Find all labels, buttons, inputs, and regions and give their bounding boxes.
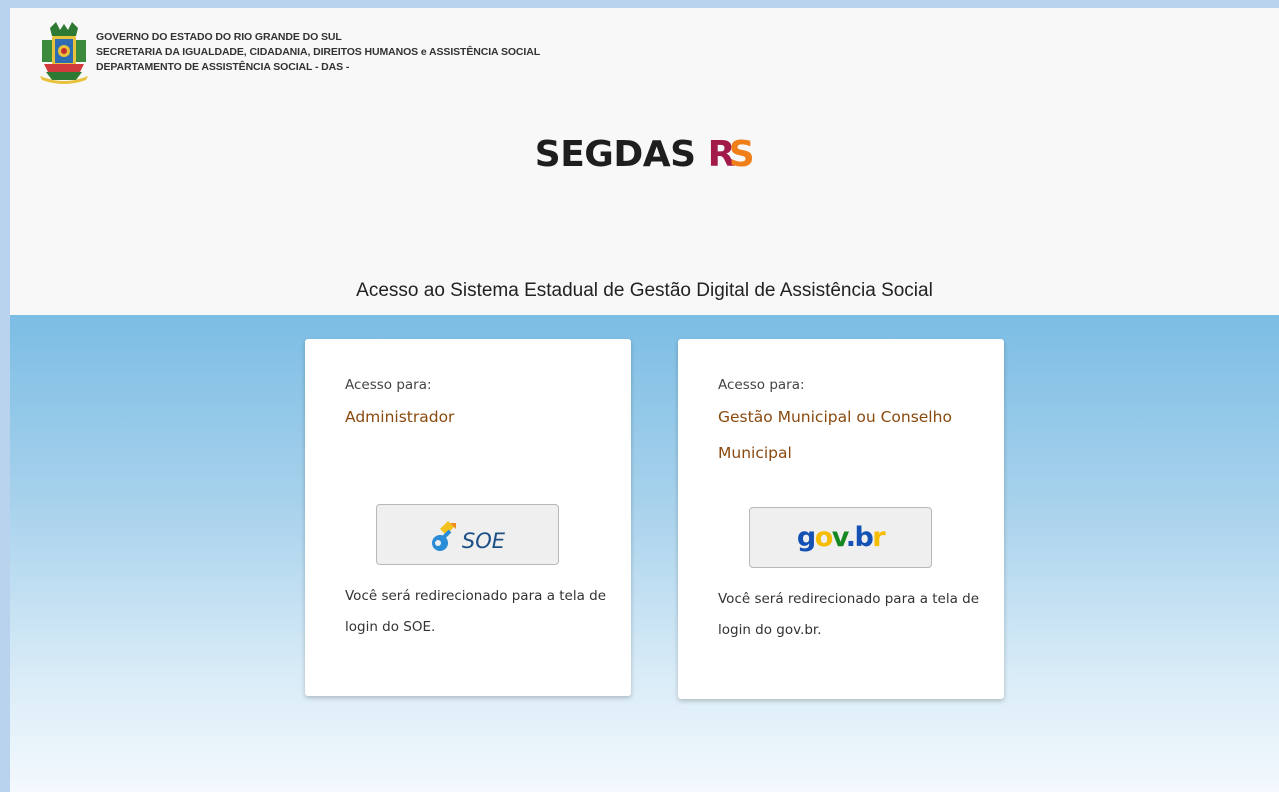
brand-title: SEGDAS RS — [10, 134, 1279, 175]
rs-coat-of-arms-icon — [40, 22, 88, 84]
soe-logo-text: SOE — [461, 528, 506, 553]
access-role: Administrador — [345, 408, 455, 426]
govbr-logo-v: v — [831, 522, 847, 553]
top-section: GOVERNO DO ESTADO DO RIO GRANDE DO SUL S… — [10, 8, 1279, 315]
gov-line-secretariat: SECRETARIA DA IGUALDADE, CIDADANIA, DIRE… — [96, 46, 541, 58]
redirect-note: Você será redirecionado para a tela de l… — [345, 588, 607, 635]
municipal-access-card: Acesso para: Gestão Municipal ou Conselh… — [678, 339, 1004, 699]
soe-login-button[interactable]: SOE — [376, 504, 559, 565]
soe-logo: SOE — [430, 519, 505, 553]
page-subtitle: Acesso ao Sistema Estadual de Gestão Dig… — [356, 280, 933, 301]
brand-main: SEGDAS — [534, 134, 696, 175]
govbr-logo-b: b — [854, 522, 873, 553]
gov-line-department: DEPARTAMENTO DE ASSISTÊNCIA SOCIAL - DAS… — [96, 61, 350, 73]
brand-letter-s: S — [728, 134, 755, 175]
redirect-note: Você será redirecionado para a tela de l… — [718, 591, 980, 638]
govbr-logo-g: g — [796, 522, 816, 553]
govbr-login-button[interactable]: gov.br — [749, 507, 932, 568]
soe-key-icon — [431, 520, 456, 551]
access-role: Gestão Municipal ou Conselho Municipal — [718, 408, 952, 462]
page: GOVERNO DO ESTADO DO RIO GRANDE DO SUL S… — [10, 8, 1279, 792]
govbr-logo-r: r — [872, 522, 885, 553]
gov-line-state: GOVERNO DO ESTADO DO RIO GRANDE DO SUL — [96, 31, 342, 43]
gov-header: GOVERNO DO ESTADO DO RIO GRANDE DO SUL S… — [40, 22, 540, 84]
govbr-logo-o: o — [814, 522, 834, 553]
access-section: Acesso para: Administrador SOE Você será… — [10, 315, 1279, 792]
access-label: Acesso para: — [345, 377, 432, 393]
admin-access-card: Acesso para: Administrador SOE Você será… — [305, 339, 631, 696]
access-label: Acesso para: — [718, 377, 805, 393]
govbr-logo-icon: gov.br — [796, 522, 886, 553]
